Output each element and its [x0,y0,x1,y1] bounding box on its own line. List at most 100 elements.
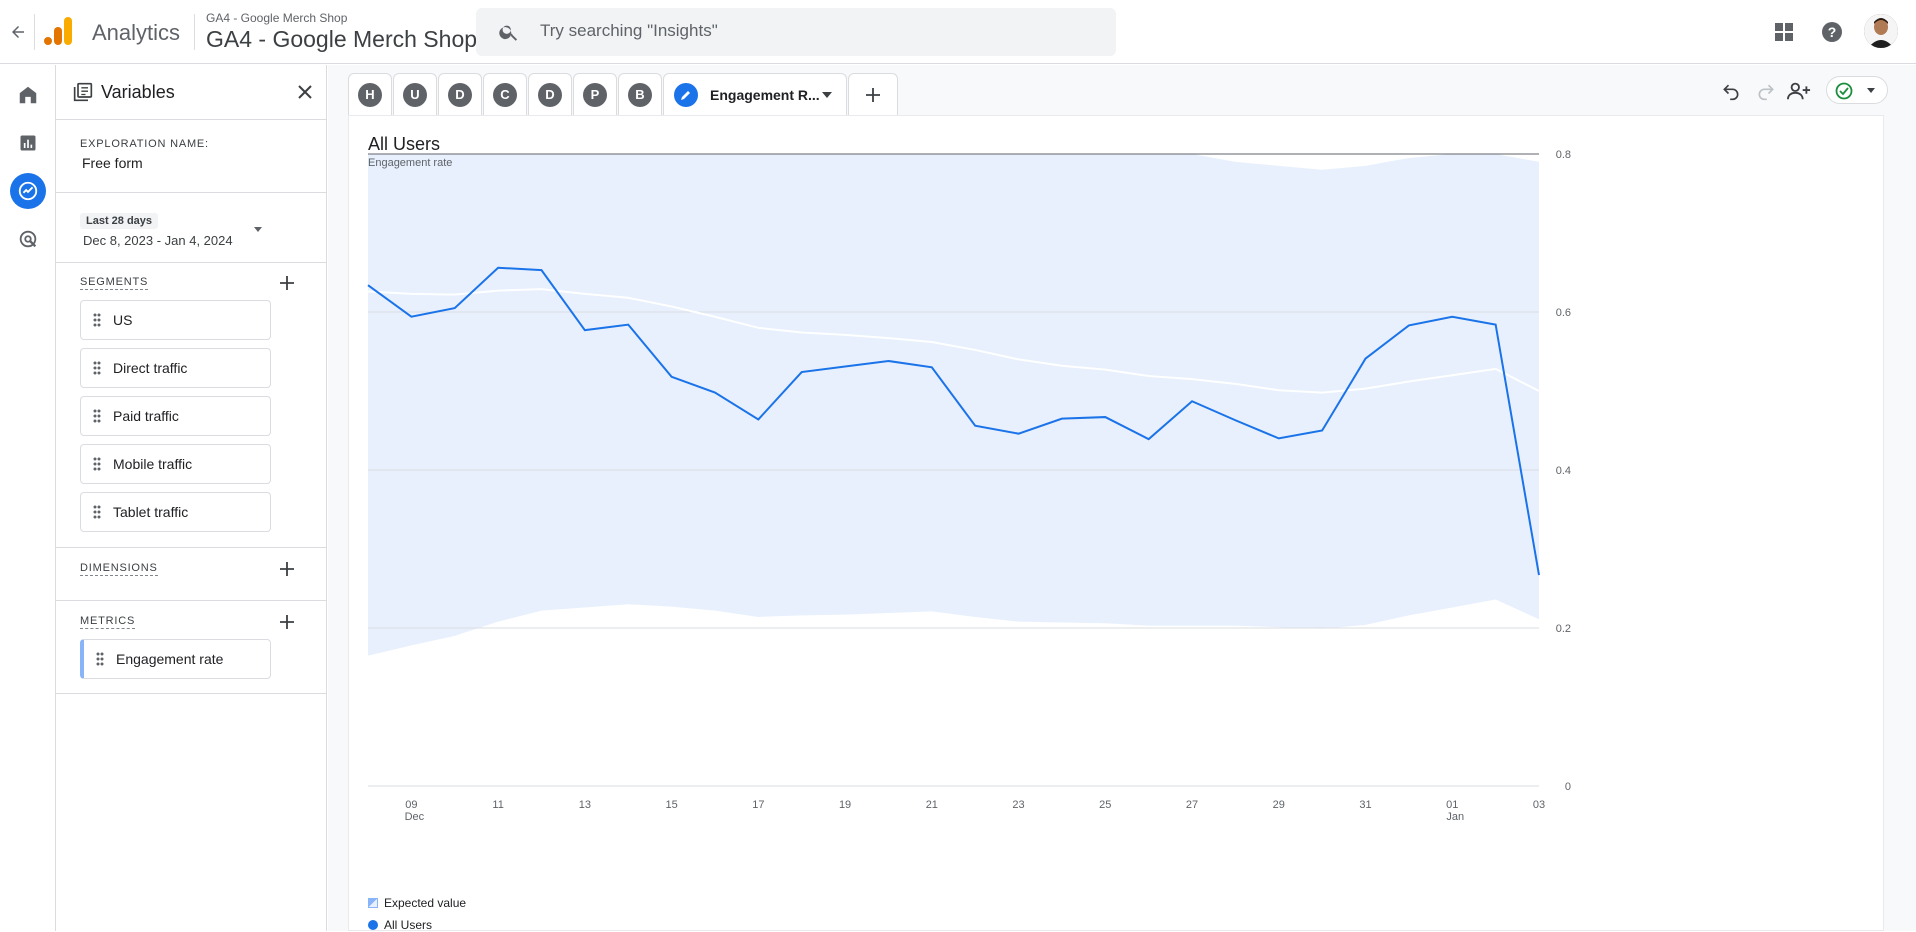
metrics-label: METRICS [80,615,136,629]
avatar[interactable] [1864,14,1898,48]
chart-title: All Users [368,134,441,154]
svg-text:?: ? [1828,24,1837,40]
x-tick-label: 27 [1186,799,1198,811]
property-selector[interactable]: GA4 - Google Merch Shop [206,26,477,53]
advertising-icon[interactable] [10,221,46,257]
share-person-add-icon[interactable] [1785,77,1813,105]
variables-icon [73,82,93,107]
drag-handle-icon[interactable] [93,313,101,332]
chart-subtitle: Engagement rate [368,157,453,169]
variables-title: Variables [101,82,175,102]
check-circle-icon [1835,82,1853,100]
chevron-down-icon[interactable] [822,92,832,98]
active-tab-label: Engagement R... [710,86,820,103]
tab-initial: D [538,82,562,107]
segment-chip[interactable]: Tablet traffic [80,492,271,532]
reports-icon[interactable] [10,125,46,161]
segment-label: Mobile traffic [113,456,193,472]
legend-item-expected[interactable]: Expected value [368,896,466,910]
undo-icon[interactable] [1717,77,1745,105]
add-tab-button[interactable] [848,73,898,115]
add-metric-icon[interactable] [276,611,298,633]
chevron-down-icon[interactable] [254,227,262,232]
x-tick-label: 11 [492,799,503,811]
exploration-name-label: EXPLORATION NAME: [80,138,209,150]
y-tick-label: 0.2 [1556,623,1571,635]
x-tick-label: 13 [579,799,591,811]
drag-handle-icon[interactable] [93,505,101,524]
technique-tab[interactable]: C [483,73,527,115]
app-name: Analytics [92,20,181,45]
x-tick-label: 03 [1533,799,1545,811]
add-segment-icon[interactable] [276,272,298,294]
top-bar: Analytics GA4 - Google Merch Shop GA4 - … [0,0,1916,64]
segment-label: Tablet traffic [113,504,189,520]
x-tick-label: 31 [1359,799,1371,811]
date-preset: Last 28 days [80,213,159,229]
technique-tab[interactable]: D [438,73,482,115]
legend-item-all-users[interactable]: All Users [368,918,432,932]
technique-tab[interactable]: D [528,73,572,115]
divider [34,14,35,50]
x-tick-label: 23 [1012,799,1024,811]
home-icon[interactable] [10,77,46,113]
tab-initial: B [628,82,652,107]
legend-swatch [368,920,378,930]
analytics-logo-icon [44,15,74,47]
tab-initial: H [358,82,382,107]
segment-label: Direct traffic [113,360,188,376]
segment-chip[interactable]: Mobile traffic [80,444,271,484]
drag-handle-icon[interactable] [96,652,104,671]
drag-handle-icon[interactable] [93,457,101,476]
exploration-canvas: H U D C D P B Engagement R... 0.8 0.6 0.4 0… [328,65,1916,932]
x-tick-label: 25 [1099,799,1111,811]
segments-section: SEGMENTS US Direct traffic Paid traffic … [56,263,326,548]
nav-rail [0,65,56,931]
date-range-section[interactable]: Last 28 days Dec 8, 2023 - Jan 4, 2024 [56,193,326,263]
x-tick-label: 29 [1273,799,1285,811]
technique-tab[interactable]: B [618,73,662,115]
metrics-section: METRICS Engagement rate [56,601,326,694]
search-input[interactable]: Try searching "Insights" [540,21,718,41]
back-arrow-icon[interactable] [4,18,32,46]
segment-chip[interactable]: Direct traffic [80,348,271,388]
property-account-name[interactable]: GA4 - Google Merch Shop [206,11,347,25]
technique-tab[interactable]: H [348,73,392,115]
segment-chip[interactable]: US [80,300,271,340]
chart-card: 0.8 0.6 0.4 0.2 0 09 Dec 11 13 15 17 19 21 23 25 27 29 31… [348,115,1884,932]
divider [194,14,195,50]
x-tick-label: 17 [752,799,764,811]
legend-swatch [368,898,378,908]
technique-tab[interactable]: P [573,73,617,115]
apps-grid-icon[interactable] [1770,18,1798,46]
legend-label: All Users [384,918,433,932]
chevron-down-icon [1867,88,1875,93]
variables-header: Variables [56,65,326,120]
segments-label: SEGMENTS [80,276,149,290]
metric-label: Engagement rate [116,651,224,667]
dimensions-section: DIMENSIONS [56,548,326,601]
x-tick-label: 21 [926,799,938,811]
status-dropdown[interactable] [1826,76,1888,104]
y-tick-label: 0.4 [1556,465,1571,477]
exploration-name-field[interactable]: Free form [82,155,143,171]
explore-icon[interactable] [10,173,46,209]
y-tick-label: 0 [1565,781,1571,793]
line-chart: 0.8 0.6 0.4 0.2 0 09Dec 11 13 15 17 19 21 23 25 27 29 31… [367,149,1571,823]
tab-initial: U [403,82,427,107]
drag-handle-icon[interactable] [93,361,101,380]
redo-icon[interactable] [1752,77,1780,105]
drag-handle-icon[interactable] [93,409,101,428]
segment-chip[interactable]: Paid traffic [80,396,271,436]
x-tick-month-label: Dec [405,811,425,823]
technique-tab[interactable]: U [393,73,437,115]
x-tick-label: 01 [1446,799,1458,811]
date-range: Dec 8, 2023 - Jan 4, 2024 [83,233,233,248]
search-bar[interactable]: Try searching "Insights" [476,8,1116,56]
help-icon[interactable]: ? [1818,18,1846,46]
add-dimension-icon[interactable] [276,558,298,580]
close-icon[interactable] [292,79,318,105]
metric-chip[interactable]: Engagement rate [80,639,271,679]
x-tick-label: 09 [405,799,417,811]
technique-tab-active[interactable]: Engagement R... [663,73,847,115]
